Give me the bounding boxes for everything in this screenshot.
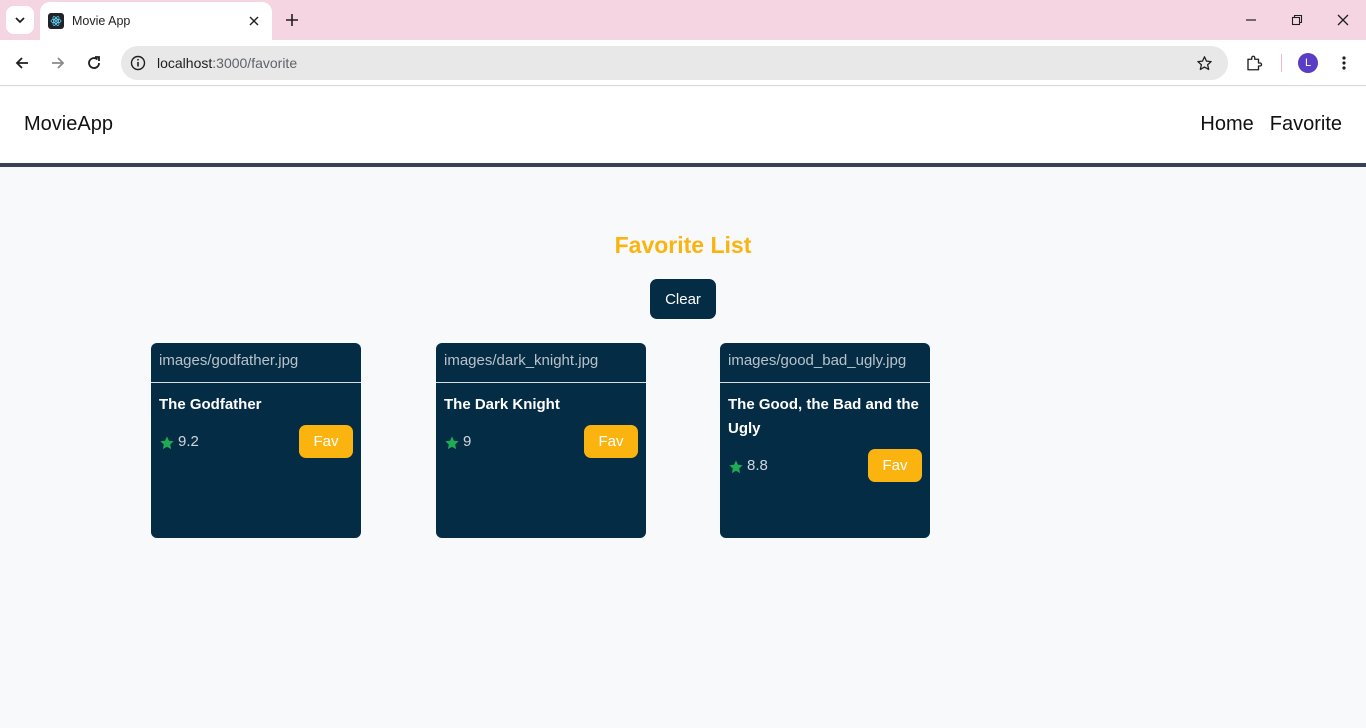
window-close-button[interactable] (1331, 8, 1355, 32)
clear-button[interactable]: Clear (650, 279, 716, 319)
close-icon (1337, 14, 1349, 26)
restore-button[interactable] (1285, 8, 1309, 32)
bookmark-star-icon[interactable] (1194, 53, 1214, 73)
back-arrow-icon (15, 57, 28, 69)
movie-rating: 9.2 (159, 433, 199, 451)
movie-title: The Godfather (159, 396, 262, 413)
movie-card: images/good_bad_ugly.jpg The Good, the B… (720, 343, 930, 538)
address-bar[interactable]: localhost:3000/favorite (121, 46, 1228, 80)
rating-value: 9.2 (178, 433, 199, 450)
fav-button[interactable]: Fav (584, 425, 638, 458)
restore-icon (1291, 14, 1303, 26)
extensions-button[interactable] (1240, 49, 1268, 77)
fav-button[interactable]: Fav (299, 425, 353, 458)
movie-poster-alt-text: images/godfather.jpg (151, 343, 361, 383)
nav-links: Home Favorite (1200, 113, 1342, 136)
plus-icon (286, 14, 298, 26)
star-icon (445, 435, 459, 449)
profile-avatar[interactable]: L (1298, 53, 1318, 73)
browser-tab-strip: Movie App (0, 0, 1366, 40)
minimize-button[interactable] (1239, 8, 1263, 32)
rating-value: 8.8 (747, 457, 768, 474)
movie-card: images/godfather.jpg The Godfather 9.2 F… (151, 343, 361, 538)
movie-poster-alt-text: images/dark_knight.jpg (436, 343, 646, 383)
more-vert-icon (1342, 56, 1346, 70)
movie-rating: 9 (444, 433, 471, 451)
forward-button[interactable] (44, 49, 72, 77)
movie-title: The Dark Knight (444, 396, 560, 413)
app-navbar: MovieApp Home Favorite (0, 87, 1366, 163)
movie-card: images/dark_knight.jpg The Dark Knight 9… (436, 343, 646, 538)
star-icon (729, 459, 743, 473)
star-icon (160, 435, 174, 449)
browser-toolbar: localhost:3000/favorite L (0, 40, 1366, 86)
minimize-icon (1246, 19, 1256, 21)
react-favicon-icon (48, 13, 64, 29)
url-text[interactable]: localhost:3000/favorite (157, 55, 297, 71)
close-icon[interactable] (246, 13, 262, 29)
movie-rating: 8.8 (728, 457, 768, 475)
tab-title: Movie App (72, 14, 131, 28)
forward-arrow-icon (52, 57, 65, 69)
url-host: localhost (157, 55, 213, 71)
extensions-icon (1247, 55, 1263, 71)
fav-button[interactable]: Fav (868, 449, 922, 482)
rating-value: 9 (463, 433, 472, 450)
brand-logo[interactable]: MovieApp (24, 113, 113, 136)
tab-search-button[interactable] (6, 6, 34, 34)
navbar-divider (0, 163, 1366, 167)
menu-button[interactable] (1330, 49, 1358, 77)
url-path: :3000/favorite (212, 55, 298, 71)
movie-title: The Good, the Bad and the Ugly (728, 396, 919, 437)
nav-link-favorite[interactable]: Favorite (1270, 113, 1342, 136)
browser-tab-active[interactable]: Movie App (40, 2, 272, 40)
tab-search-icon (15, 17, 25, 24)
movie-poster-alt-text: images/good_bad_ugly.jpg (720, 343, 930, 383)
reload-icon (88, 56, 100, 69)
reload-button[interactable] (80, 49, 108, 77)
back-button[interactable] (8, 49, 36, 77)
page-title: Favorite List (614, 232, 752, 258)
new-tab-button[interactable] (280, 8, 304, 32)
toolbar-divider (1281, 54, 1282, 72)
nav-link-home[interactable]: Home (1200, 113, 1253, 136)
info-icon[interactable] (128, 53, 148, 73)
